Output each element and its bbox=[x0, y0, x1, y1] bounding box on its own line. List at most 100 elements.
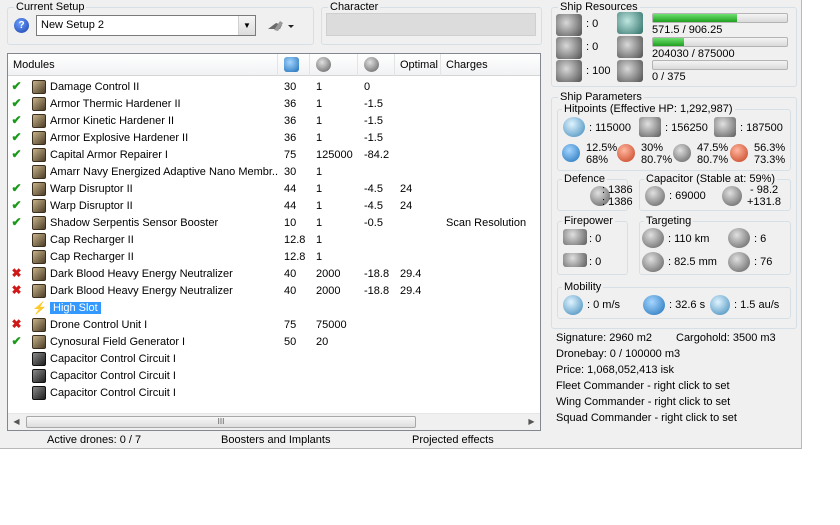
module-name[interactable]: Warp Disruptor II bbox=[50, 198, 278, 215]
module-row[interactable]: ✔ Capital Armor Repairer I 75 125000 -84.2 bbox=[8, 147, 540, 164]
module-row[interactable]: ✔ Shadow Serpentis Sensor Booster 10 1 -0.5 S… bbox=[8, 215, 540, 232]
online-check-icon[interactable]: ✔ bbox=[10, 114, 23, 127]
offline-x-icon[interactable]: ✖ bbox=[10, 267, 23, 280]
module-name-text: Dark Blood Heavy Energy Neutralizer bbox=[50, 285, 233, 297]
module-capacitor: -0.5 bbox=[364, 217, 383, 229]
online-check-icon[interactable]: ✔ bbox=[10, 335, 23, 348]
module-name[interactable]: Capacitor Control Circuit I bbox=[50, 351, 278, 368]
module-cpu: 75 bbox=[284, 319, 297, 331]
module-name[interactable]: Dark Blood Heavy Energy Neutralizer bbox=[50, 283, 278, 300]
status-empty[interactable] bbox=[10, 301, 23, 314]
module-capacitor: 0 bbox=[364, 81, 371, 93]
module-row[interactable]: Cap Recharger II 12.8 1 bbox=[8, 249, 540, 266]
column-cpu[interactable] bbox=[278, 54, 310, 76]
modules-header: Modules Optimal Charges bbox=[8, 54, 540, 76]
fleet-commander[interactable]: Fleet Commander - right click to set bbox=[556, 380, 730, 392]
module-name[interactable]: Shadow Serpentis Sensor Booster bbox=[50, 215, 278, 232]
status-empty[interactable] bbox=[10, 386, 23, 399]
modules-list[interactable]: Modules Optimal Charges ✔ Damage Control … bbox=[7, 53, 541, 431]
module-row[interactable]: Cap Recharger II 12.8 1 bbox=[8, 232, 540, 249]
module-name[interactable]: Capacitor Control Circuit I bbox=[50, 385, 278, 402]
cap-control-circuit-icon bbox=[32, 369, 46, 383]
status-empty[interactable] bbox=[10, 165, 23, 178]
online-check-icon[interactable]: ✔ bbox=[10, 148, 23, 161]
module-name[interactable]: Armor Thermic Hardener II bbox=[50, 96, 278, 113]
horizontal-scrollbar[interactable]: ◀ III ▶ bbox=[8, 413, 540, 430]
online-check-icon[interactable]: ✔ bbox=[10, 80, 23, 93]
module-name[interactable]: Damage Control II bbox=[50, 79, 278, 96]
module-name[interactable]: Cynosural Field Generator I bbox=[50, 334, 278, 351]
wing-commander[interactable]: Wing Commander - right click to set bbox=[556, 396, 730, 408]
online-check-icon[interactable]: ✔ bbox=[10, 199, 23, 212]
status-empty[interactable] bbox=[10, 250, 23, 263]
module-row[interactable]: ✔ Armor Explosive Hardener II 36 1 -1.5 bbox=[8, 130, 540, 147]
module-powergrid: 125000 bbox=[316, 149, 353, 161]
question-icon[interactable]: ? bbox=[14, 18, 29, 33]
current-setup-title: Current Setup bbox=[14, 1, 87, 14]
column-powergrid[interactable] bbox=[310, 54, 358, 76]
setup-select[interactable]: New Setup 2 ▼ bbox=[36, 15, 256, 36]
projected-effects-label[interactable]: Projected effects bbox=[412, 434, 494, 447]
character-field[interactable] bbox=[326, 13, 536, 36]
module-row[interactable]: ✖ Drone Control Unit I 75 75000 bbox=[8, 317, 540, 334]
online-check-icon[interactable]: ✔ bbox=[10, 216, 23, 229]
sensor-booster-icon bbox=[32, 216, 46, 230]
structure-hp: : 187500 bbox=[740, 122, 783, 134]
thermal-resist-icon bbox=[617, 144, 635, 162]
max-targets: : 6 bbox=[754, 233, 767, 245]
module-name[interactable]: High Slot bbox=[50, 300, 278, 317]
module-powergrid: 75000 bbox=[316, 319, 347, 331]
offline-x-icon[interactable]: ✖ bbox=[10, 284, 23, 297]
chevron-down-icon[interactable]: ▼ bbox=[238, 16, 255, 35]
module-name[interactable]: Cap Recharger II bbox=[50, 232, 278, 249]
boosters-implants-label[interactable]: Boosters and Implants bbox=[221, 434, 330, 447]
online-check-icon[interactable]: ✔ bbox=[10, 97, 23, 110]
module-row[interactable]: ✔ Armor Thermic Hardener II 36 1 -1.5 bbox=[8, 96, 540, 113]
module-name[interactable]: Cap Recharger II bbox=[50, 249, 278, 266]
module-name[interactable]: Drone Control Unit I bbox=[50, 317, 278, 334]
module-name[interactable]: Capital Armor Repairer I bbox=[50, 147, 278, 164]
scroll-left-icon[interactable]: ◀ bbox=[8, 414, 25, 430]
module-row[interactable]: ✔ Damage Control II 30 1 0 bbox=[8, 79, 540, 96]
module-row[interactable]: ✔ Armor Kinetic Hardener II 36 1 -1.5 bbox=[8, 113, 540, 130]
module-name-text: Dark Blood Heavy Energy Neutralizer bbox=[50, 268, 233, 280]
module-row[interactable]: Amarr Navy Energized Adaptive Nano Membr… bbox=[8, 164, 540, 181]
module-name[interactable]: Amarr Navy Energized Adaptive Nano Membr… bbox=[50, 164, 278, 181]
status-empty[interactable] bbox=[10, 233, 23, 246]
module-name[interactable]: Warp Disruptor II bbox=[50, 181, 278, 198]
module-optimal: 24 bbox=[400, 183, 413, 195]
active-drones-label[interactable]: Active drones: 0 / 7 bbox=[47, 434, 141, 447]
column-charges[interactable]: Charges bbox=[441, 54, 540, 76]
module-row[interactable]: ✖ Dark Blood Heavy Energy Neutralizer 40 20… bbox=[8, 266, 540, 283]
column-capacitor[interactable] bbox=[358, 54, 395, 76]
module-name[interactable]: Armor Kinetic Hardener II bbox=[50, 113, 278, 130]
module-row[interactable]: Capacitor Control Circuit I bbox=[8, 351, 540, 368]
online-check-icon[interactable]: ✔ bbox=[10, 131, 23, 144]
module-row[interactable]: ✔ Warp Disruptor II 44 1 -4.5 24 bbox=[8, 198, 540, 215]
scrollbar-thumb[interactable]: III bbox=[26, 416, 416, 428]
squad-commander[interactable]: Squad Commander - right click to set bbox=[556, 412, 737, 424]
ship-tool-icon[interactable] bbox=[266, 17, 296, 35]
module-name[interactable]: Dark Blood Heavy Energy Neutralizer bbox=[50, 266, 278, 283]
status-empty[interactable] bbox=[10, 352, 23, 365]
module-row[interactable]: Capacitor Control Circuit I bbox=[8, 368, 540, 385]
module-name-text: Damage Control II bbox=[50, 81, 140, 93]
module-cpu: 36 bbox=[284, 132, 297, 144]
column-modules[interactable]: Modules bbox=[8, 54, 278, 76]
module-name[interactable]: Armor Explosive Hardener II bbox=[50, 130, 278, 147]
warp-speed: : 1.5 au/s bbox=[734, 299, 780, 311]
module-name[interactable]: Capacitor Control Circuit I bbox=[50, 368, 278, 385]
module-optimal: 29.4 bbox=[400, 268, 422, 280]
online-check-icon[interactable]: ✔ bbox=[10, 182, 23, 195]
structure-icon bbox=[714, 117, 736, 137]
status-empty[interactable] bbox=[10, 369, 23, 382]
module-row[interactable]: ✖ Dark Blood Heavy Energy Neutralizer 40 20… bbox=[8, 283, 540, 300]
offline-x-icon[interactable]: ✖ bbox=[10, 318, 23, 331]
column-optimal[interactable]: Optimal bbox=[395, 54, 441, 76]
module-row[interactable]: ✔ Warp Disruptor II 44 1 -4.5 24 bbox=[8, 181, 540, 198]
module-row[interactable]: Capacitor Control Circuit I bbox=[8, 385, 540, 402]
module-powergrid: 1 bbox=[316, 81, 323, 93]
module-row[interactable]: ✔ Cynosural Field Generator I 50 20 bbox=[8, 334, 540, 351]
module-row[interactable]: ⚡ High Slot bbox=[8, 300, 540, 317]
scroll-right-icon[interactable]: ▶ bbox=[523, 414, 540, 430]
